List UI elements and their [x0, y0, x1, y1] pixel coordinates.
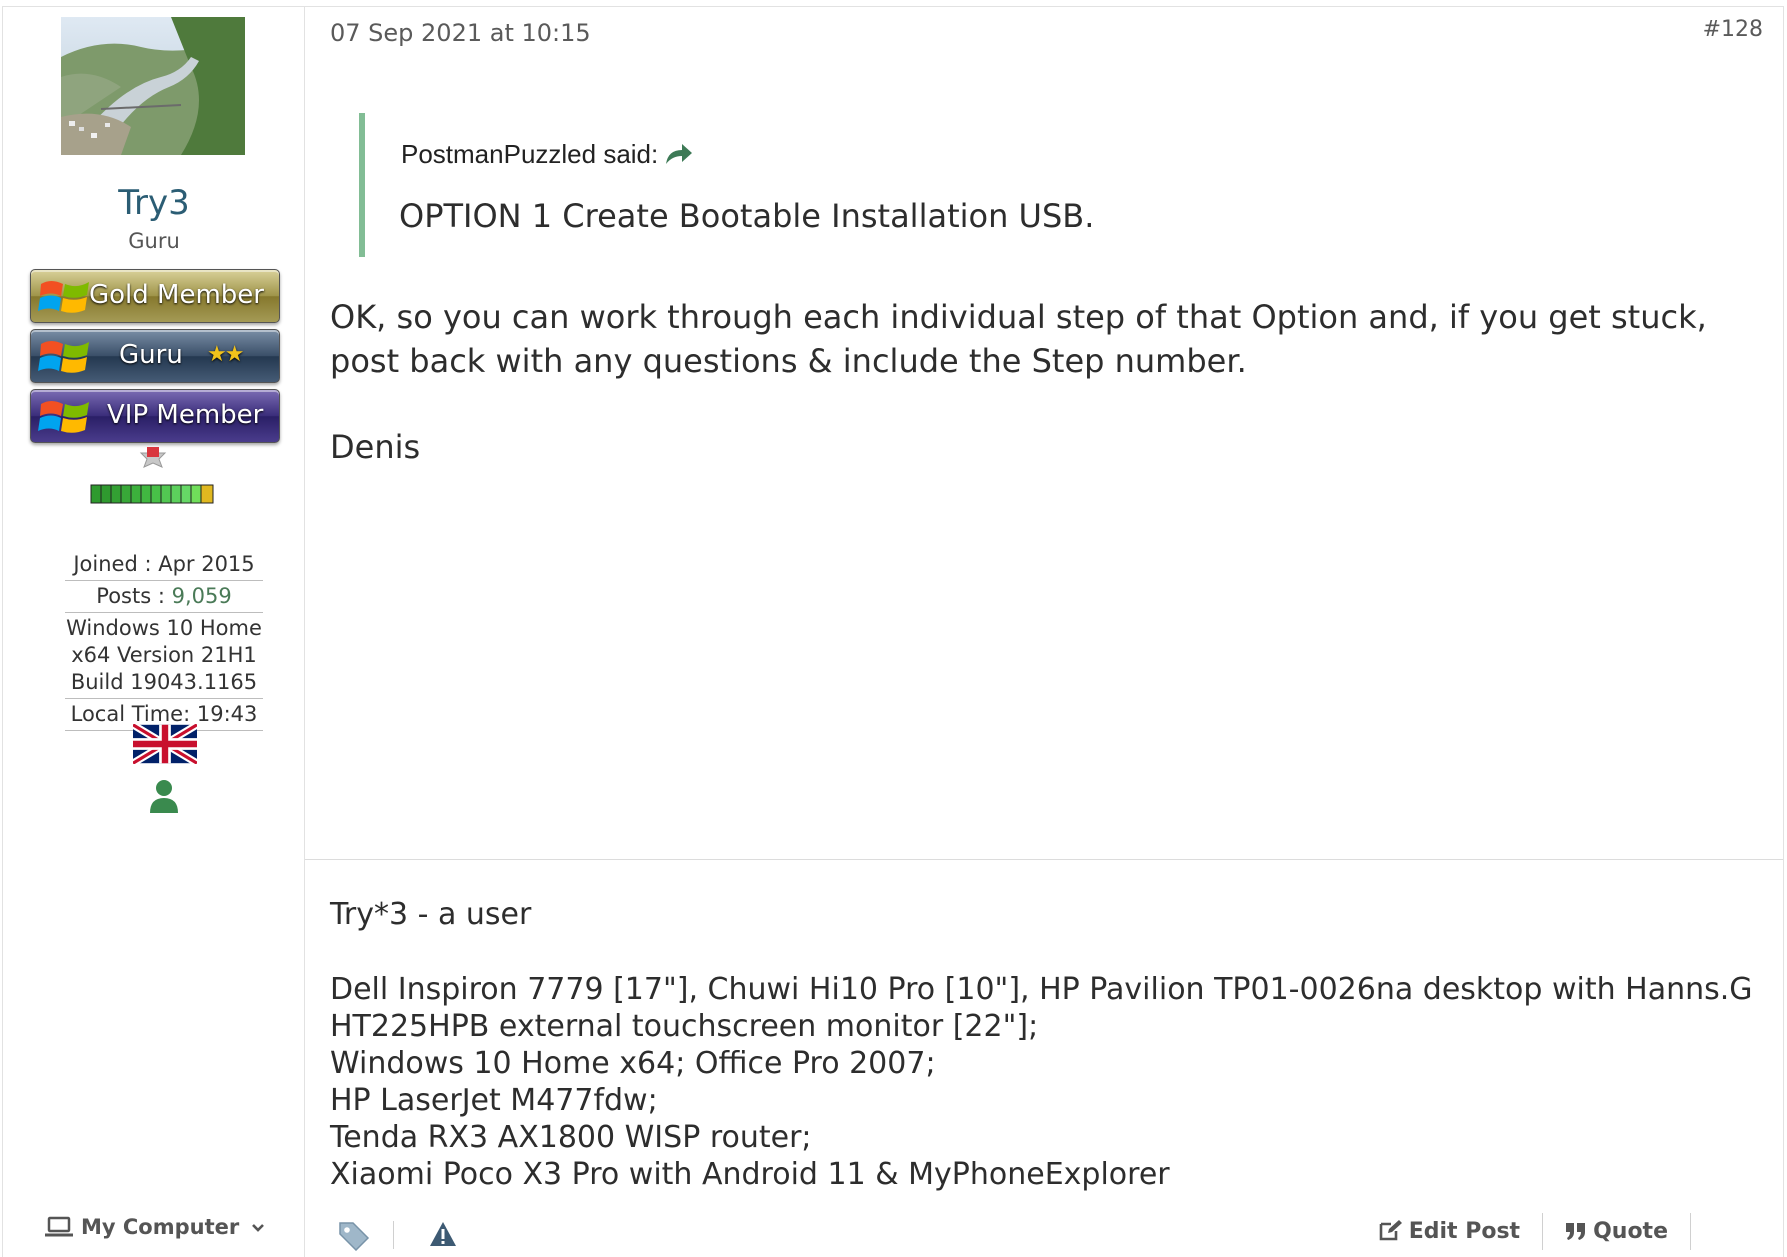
body-paragraph: Denis — [330, 428, 421, 466]
windows-logo-icon — [38, 401, 89, 433]
system-line: x64 Version 21H1 — [71, 643, 257, 667]
uk-flag-icon — [133, 724, 197, 764]
banner-label: Gold Member — [89, 280, 264, 310]
user-online-icon — [150, 780, 178, 813]
posts-label: Posts : — [96, 584, 172, 608]
joined-date: Joined : Apr 2015 — [65, 549, 263, 581]
signature-divider — [305, 859, 1783, 860]
report-warning-icon[interactable] — [429, 1221, 457, 1247]
signature-line: Tenda RX3 AX1800 WISP router; — [330, 1120, 812, 1155]
banner-label: Guru — [119, 340, 183, 370]
quote-block: PostmanPuzzled said: OPTION 1 Create Boo… — [359, 113, 1094, 257]
windows-logo-icon — [38, 341, 89, 373]
system-line: Windows 10 Home — [66, 616, 262, 640]
vip-member-banner: VIP Member — [30, 389, 280, 443]
edit-post-button[interactable]: Edit Post — [1357, 1213, 1544, 1250]
system-line: Build 19043.1165 — [70, 670, 258, 694]
guru-banner: Guru ★★ — [30, 329, 280, 383]
posts-value[interactable]: 9,059 — [172, 584, 232, 608]
laptop-icon — [45, 1216, 73, 1237]
signature-line: Dell Inspiron 7779 [17"], Chuwi Hi10 Pro… — [330, 972, 1753, 1044]
tag-icon[interactable] — [337, 1219, 371, 1251]
quote-icon — [1566, 1223, 1586, 1240]
forum-post: Try3 Guru Gold Member Guru ★★ VIP Member… — [2, 6, 1784, 1257]
user-avatar[interactable] — [61, 17, 245, 155]
post-body: OK, so you can work through each individ… — [330, 295, 1770, 511]
post-date[interactable]: 07 Sep 2021 at 10:15 — [330, 19, 591, 47]
quote-label: Quote — [1593, 1219, 1668, 1244]
edit-icon — [1379, 1220, 1402, 1241]
signature-lines: Dell Inspiron 7779 [17"], Chuwi Hi10 Pro… — [330, 971, 1770, 1193]
signature-line: Xiaomi Poco X3 Pro with Android 11 & MyP… — [330, 1157, 1170, 1192]
my-computer-button[interactable]: My Computer — [45, 1215, 273, 1239]
windows-logo-icon — [38, 281, 89, 313]
user-info: Joined : Apr 2015 Posts : 9,059 Windows … — [65, 549, 263, 731]
gold-member-banner: Gold Member — [30, 269, 280, 323]
system-info: Windows 10 Home x64 Version 21H1 Build 1… — [65, 613, 263, 699]
signature-title: Try*3 - a user — [330, 897, 532, 932]
quote-author-label: PostmanPuzzled said: — [401, 139, 659, 169]
post-actions: Edit Post Quote — [1357, 1213, 1691, 1250]
chevron-down-icon — [251, 1224, 264, 1232]
my-computer-label: My Computer — [81, 1215, 240, 1239]
reputation-bar-icon — [90, 447, 214, 504]
user-sidebar: Try3 Guru Gold Member Guru ★★ VIP Member… — [3, 7, 305, 1257]
signature-line: HP LaserJet M477fdw; — [330, 1083, 658, 1118]
guru-stars: ★★ — [207, 342, 244, 367]
username[interactable]: Try3 — [3, 183, 305, 223]
post-count: Posts : 9,059 — [65, 581, 263, 613]
post-number-link[interactable]: #128 — [1703, 17, 1763, 42]
signature-line: Windows 10 Home x64; Office Pro 2007; — [330, 1046, 936, 1081]
user-title: Guru — [128, 229, 180, 253]
quote-author[interactable]: PostmanPuzzled said: — [401, 139, 694, 170]
banner-label: VIP Member — [107, 400, 264, 430]
post-main: 07 Sep 2021 at 10:15 #128 PostmanPuzzled… — [305, 7, 1783, 1257]
body-paragraph: OK, so you can work through each individ… — [330, 298, 1707, 380]
footer-separator — [393, 1221, 394, 1249]
quote-text: OPTION 1 Create Bootable Installation US… — [399, 197, 1095, 235]
edit-post-label: Edit Post — [1408, 1219, 1521, 1244]
share-arrow-icon[interactable] — [664, 142, 694, 166]
quote-button[interactable]: Quote — [1543, 1213, 1691, 1250]
